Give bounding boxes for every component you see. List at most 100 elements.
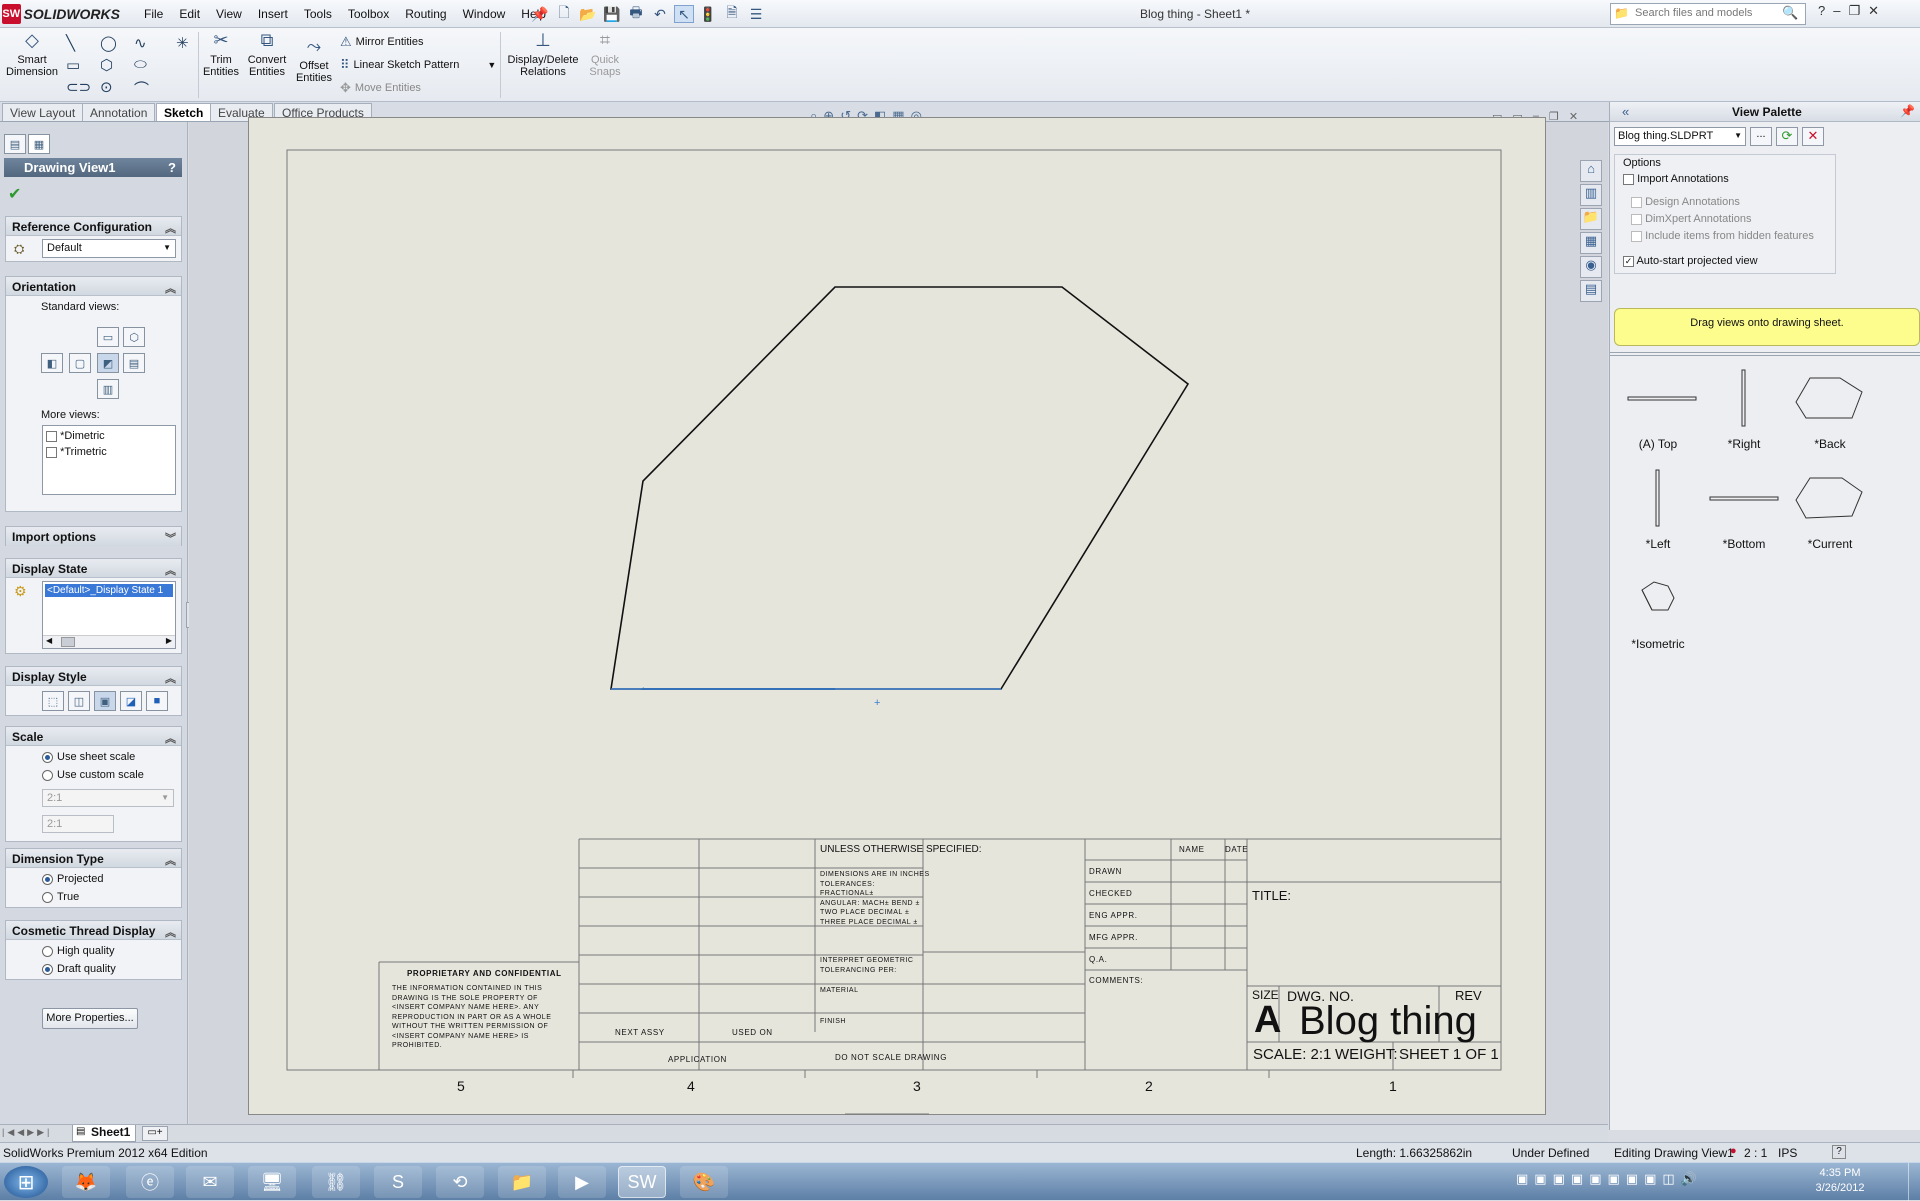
display-delete-relations-button[interactable]: ⊥ Display/Delete Relations: [504, 31, 582, 78]
firefox-icon[interactable]: 🦊: [62, 1166, 110, 1198]
centerpoint-arc-icon[interactable]: ⊙: [100, 78, 113, 96]
view-thumb-right[interactable]: *Right: [1702, 366, 1786, 462]
options-icon[interactable]: ☰: [746, 5, 766, 23]
rebuild-status-icon[interactable]: ●: [1730, 1145, 1737, 1157]
refresh-icon[interactable]: ⟳: [1776, 127, 1798, 146]
palette-file-select[interactable]: Blog thing.SLDPRT ▼: [1614, 127, 1746, 146]
tab-view-layout[interactable]: View Layout: [2, 103, 84, 121]
bottom-view-icon[interactable]: ▥: [97, 379, 119, 399]
move-entities-button[interactable]: ✥ Move Entities: [340, 80, 421, 96]
custom-scale-input[interactable]: 2:1: [42, 815, 114, 833]
horizontal-scrollbar[interactable]: ◀ ▶: [43, 635, 175, 648]
trim-entities-button[interactable]: ✂ Trim Entities: [200, 31, 242, 78]
convert-entities-button[interactable]: ⧉ Convert Entities: [244, 31, 290, 78]
scroll-right-icon[interactable]: ▶: [166, 636, 172, 648]
list-item[interactable]: <Default>_Display State 1: [45, 584, 173, 597]
minimize-button[interactable]: –: [1833, 3, 1840, 19]
view-thumb-bottom[interactable]: *Bottom: [1702, 466, 1786, 562]
group-header[interactable]: Reference Configuration ︽: [6, 217, 181, 236]
save-icon[interactable]: 💾: [602, 5, 622, 23]
polygon-icon[interactable]: ⬡: [100, 56, 113, 74]
menu-routing[interactable]: Routing: [397, 5, 454, 23]
line-icon[interactable]: ╲: [66, 34, 75, 52]
add-sheet-icon[interactable]: ▭+: [142, 1126, 168, 1141]
browse-button[interactable]: ...: [1750, 127, 1772, 146]
linear-sketch-pattern-button[interactable]: ⠿ Linear Sketch Pattern ▼: [340, 57, 496, 73]
file-explorer-icon[interactable]: 📁: [498, 1166, 546, 1198]
mirror-entities-button[interactable]: ⚠ Mirror Entities: [340, 34, 424, 50]
view-thumb-top[interactable]: (A) Top: [1616, 366, 1700, 462]
rectangle-icon[interactable]: ▭: [66, 56, 80, 74]
tray-icon[interactable]: ▣: [1516, 1171, 1528, 1187]
group-header[interactable]: Scale ︽: [6, 727, 181, 746]
clear-icon[interactable]: ✕: [1802, 127, 1824, 146]
group-header[interactable]: Cosmetic Thread Display ︽: [6, 921, 181, 940]
slot-icon[interactable]: ⊂⊃: [66, 78, 91, 96]
view-thumb-current[interactable]: *Current: [1788, 466, 1872, 562]
tray-icon[interactable]: ▣: [1534, 1171, 1546, 1187]
more-properties-button[interactable]: More Properties...: [42, 1008, 138, 1029]
offset-entities-button[interactable]: ⤳ Offset Entities: [292, 37, 336, 84]
media-player-icon[interactable]: ▶: [558, 1166, 606, 1198]
scroll-left-icon[interactable]: ◀: [46, 636, 52, 648]
design-library-icon[interactable]: ▥: [1580, 184, 1602, 206]
tray-icon[interactable]: ▣: [1607, 1171, 1619, 1187]
solidworks-taskbar-icon[interactable]: SW: [618, 1166, 666, 1198]
use-sheet-scale-radio[interactable]: Use sheet scale: [42, 751, 135, 763]
internet-explorer-icon[interactable]: ⓔ: [126, 1166, 174, 1198]
back-view-icon[interactable]: ▤: [123, 353, 145, 373]
show-desktop-button[interactable]: [1908, 1163, 1920, 1201]
sheet-tab-sheet1[interactable]: ▤ Sheet1: [72, 1125, 136, 1142]
shaded-with-edges-icon[interactable]: ◪: [120, 691, 142, 711]
checkbox[interactable]: [1623, 173, 1634, 185]
collapse-palette-icon[interactable]: «: [1622, 104, 1629, 119]
draft-quality-radio[interactable]: Draft quality: [42, 963, 116, 975]
search-input[interactable]: Search files and models: [1610, 3, 1806, 25]
checkbox[interactable]: [46, 430, 57, 442]
tray-icon[interactable]: ▣: [1626, 1171, 1638, 1187]
network-icon[interactable]: ◫: [1662, 1171, 1674, 1187]
design-annotations-checkbox[interactable]: Design Annotations: [1631, 196, 1740, 208]
outlook-icon[interactable]: ✉: [186, 1166, 234, 1198]
group-header[interactable]: Dimension Type ︽: [6, 849, 181, 868]
file-properties-icon[interactable]: 🗎: [722, 4, 742, 23]
tray-icon[interactable]: ▣: [1553, 1171, 1565, 1187]
file-explorer-icon[interactable]: 📁: [1580, 208, 1602, 230]
select-icon[interactable]: ↖: [674, 5, 694, 23]
right-view-icon[interactable]: ◩: [97, 353, 119, 373]
spline-icon[interactable]: ∿: [134, 34, 147, 52]
dimxpert-annotations-checkbox[interactable]: DimXpert Annotations: [1631, 213, 1751, 225]
solidworks-explorer-icon[interactable]: S: [374, 1166, 422, 1198]
network-app-icon[interactable]: ⛓: [312, 1166, 360, 1198]
print-icon[interactable]: 🖶: [626, 4, 646, 23]
menu-window[interactable]: Window: [455, 5, 514, 23]
menu-file[interactable]: File: [136, 5, 171, 23]
checkbox[interactable]: [1631, 196, 1642, 208]
hidden-lines-visible-icon[interactable]: ◫: [68, 691, 90, 711]
menu-view[interactable]: View: [208, 5, 250, 23]
property-manager-tab-icon[interactable]: ▦: [28, 134, 50, 154]
menu-tools[interactable]: Tools: [296, 5, 340, 23]
circle-icon[interactable]: ◯: [100, 34, 117, 52]
point-icon[interactable]: ✳: [176, 34, 189, 52]
close-button[interactable]: ✕: [1868, 3, 1879, 19]
restore-doc-icon[interactable]: ❐: [1549, 110, 1559, 123]
restore-button[interactable]: ❐: [1848, 3, 1860, 19]
search-icon[interactable]: 🔍: [1782, 5, 1798, 21]
hidden-lines-removed-icon[interactable]: ▣: [94, 691, 116, 711]
volume-icon[interactable]: 🔊: [1681, 1171, 1697, 1187]
smart-dimension-button[interactable]: ◇ Smart Dimension: [4, 31, 60, 78]
group-header[interactable]: Display State ︽: [6, 559, 181, 578]
help-icon[interactable]: ?: [1832, 1145, 1846, 1159]
checkbox[interactable]: [1631, 230, 1642, 242]
view-thumb-left[interactable]: *Left: [1616, 466, 1700, 562]
tray-icon[interactable]: ▣: [1571, 1171, 1583, 1187]
checkbox[interactable]: [1631, 213, 1642, 225]
chevron-down-icon[interactable]: ▼: [487, 60, 496, 70]
menu-insert[interactable]: Insert: [250, 5, 296, 23]
list-item[interactable]: *Dimetric: [46, 428, 172, 444]
isometric-view-icon[interactable]: ⬡: [123, 327, 145, 347]
checkbox[interactable]: ✓: [1623, 255, 1634, 267]
palette-splitter[interactable]: [1610, 352, 1920, 356]
new-document-icon[interactable]: 🗋: [554, 4, 574, 23]
